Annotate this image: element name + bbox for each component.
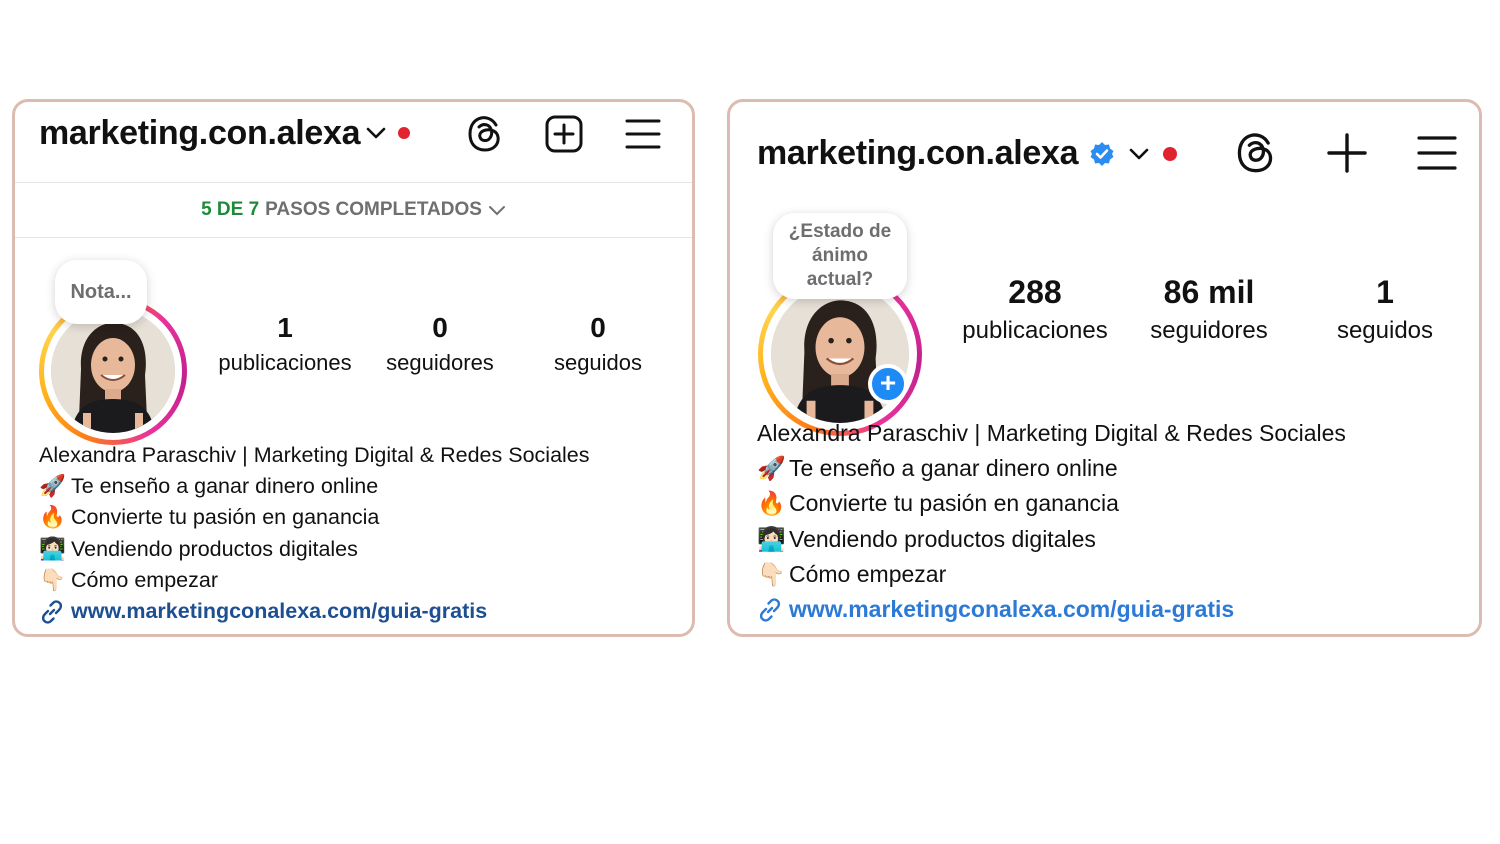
plus-icon[interactable] [1327, 133, 1367, 173]
bio-line: 👇🏻 Cómo empezar [39, 565, 590, 596]
bio-text: Cómo empezar [71, 567, 218, 592]
stat-posts[interactable]: 288 publicaciones [946, 274, 1124, 345]
bio-link-row[interactable]: www.marketingconalexa.com/guia-gratis [39, 596, 590, 627]
add-story-button[interactable]: + [868, 364, 908, 404]
bio-text: Te enseño a ganar dinero online [789, 455, 1118, 482]
bio-text: Cómo empezar [789, 560, 947, 587]
rocket-icon: 🚀 [39, 474, 66, 499]
pointing-down-icon: 👇🏻 [39, 567, 66, 592]
bio-link-row[interactable]: www.marketingconalexa.com/guia-gratis [757, 592, 1346, 627]
stat-label: publicaciones [218, 350, 352, 375]
stat-label: seguidores [386, 350, 494, 375]
link-icon [759, 598, 781, 622]
bio-line: 🚀 Te enseño a ganar dinero online [39, 471, 590, 502]
rocket-icon: 🚀 [757, 455, 786, 482]
menu-icon[interactable] [1417, 135, 1457, 171]
fire-icon: 🔥 [757, 490, 786, 517]
stat-value: 1 [277, 312, 293, 343]
stat-label: seguidos [1336, 317, 1434, 344]
stat-value: 86 mil [1163, 274, 1255, 310]
profile-photo [51, 309, 175, 433]
steps-count: 5 DE 7 [201, 199, 260, 220]
bio-name: Alexandra Paraschiv | Marketing Digital … [39, 443, 590, 467]
notification-dot [1163, 147, 1177, 161]
chevron-down-icon[interactable] [366, 126, 386, 140]
stat-following[interactable]: 0 seguidos [523, 312, 673, 376]
bio-line: 👩🏻‍💻 Vendiendo productos digitales [757, 522, 1346, 557]
stat-value: 0 [432, 312, 448, 343]
threads-icon[interactable] [1236, 132, 1276, 174]
bio-link[interactable]: www.marketingconalexa.com/guia-gratis [789, 592, 1234, 627]
note-bubble[interactable]: ¿Estado de ánimo actual? [773, 213, 907, 299]
chevron-down-icon [488, 206, 505, 216]
bio-line: 🔥 Convierte tu pasión en ganancia [757, 486, 1346, 521]
stat-label: seguidores [1150, 317, 1268, 344]
stat-label: publicaciones [962, 317, 1108, 344]
stat-value: 1 [1376, 274, 1394, 310]
profile-card-old: marketing.con.alexa 5 DE 7 PASOS COMPLET… [12, 99, 695, 637]
bio-line: 🚀 Te enseño a ganar dinero online [757, 451, 1346, 486]
onboarding-steps[interactable]: 5 DE 7 PASOS COMPLETADOS [15, 182, 692, 238]
stat-followers[interactable]: 86 mil seguidores [1130, 274, 1288, 345]
woman-laptop-icon: 👩🏻‍💻 [757, 525, 786, 552]
note-bubble[interactable]: Nota... [55, 260, 147, 324]
bio-line: 🔥 Convierte tu pasión en ganancia [39, 502, 590, 533]
stat-label: seguidos [553, 350, 643, 375]
pointing-down-icon: 👇🏻 [757, 560, 786, 587]
bio-line: 👇🏻 Cómo empezar [757, 557, 1346, 592]
bio: Alexandra Paraschiv | Marketing Digital … [39, 440, 590, 627]
menu-icon[interactable] [625, 118, 661, 150]
stat-posts[interactable]: 1 publicaciones [209, 312, 361, 376]
new-post-icon[interactable] [545, 115, 583, 153]
stat-value: 0 [590, 312, 606, 343]
verified-badge-icon [1090, 142, 1114, 166]
stat-following[interactable]: 1 seguidos [1310, 274, 1460, 345]
bio-text: Te enseño a ganar dinero online [71, 474, 379, 499]
bio-text: Convierte tu pasión en ganancia [789, 490, 1119, 517]
notification-dot [398, 127, 410, 139]
bio-name: Alexandra Paraschiv | Marketing Digital … [757, 420, 1346, 446]
link-icon [41, 600, 63, 624]
stat-value: 288 [1008, 274, 1062, 310]
bio-text: Convierte tu pasión en ganancia [71, 505, 380, 530]
bio-text: Vendiendo productos digitales [71, 536, 358, 561]
threads-icon[interactable] [467, 115, 503, 153]
bio-text: Vendiendo productos digitales [789, 525, 1096, 552]
avatar [51, 309, 175, 433]
profile-card-new: marketing.con.alexa + ¿Estado de ánimo a… [727, 99, 1482, 637]
username[interactable]: marketing.con.alexa [757, 134, 1079, 173]
bio-link[interactable]: www.marketingconalexa.com/guia-gratis [71, 596, 487, 627]
woman-laptop-icon: 👩🏻‍💻 [39, 536, 66, 561]
steps-label: PASOS COMPLETADOS [265, 199, 482, 220]
bio: Alexandra Paraschiv | Marketing Digital … [757, 416, 1346, 627]
bio-line: 👩🏻‍💻 Vendiendo productos digitales [39, 534, 590, 565]
chevron-down-icon[interactable] [1129, 147, 1149, 161]
stat-followers[interactable]: 0 seguidores [365, 312, 515, 376]
username[interactable]: marketing.con.alexa [39, 114, 361, 153]
fire-icon: 🔥 [39, 505, 66, 530]
